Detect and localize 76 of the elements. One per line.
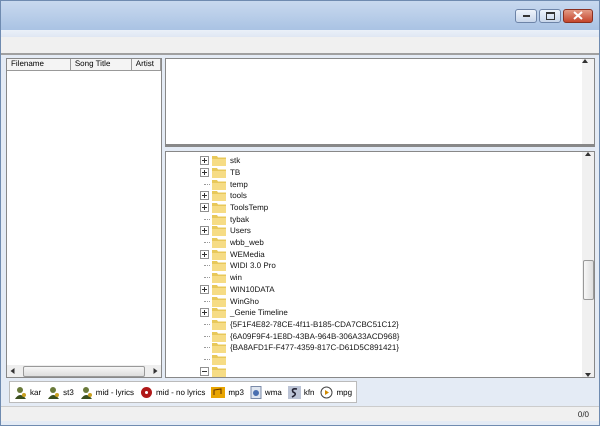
expand-icon[interactable] bbox=[200, 308, 209, 318]
folder-icon bbox=[212, 202, 226, 214]
folder-icon bbox=[212, 178, 226, 190]
format-tab[interactable]: mid - no lyrics bbox=[140, 386, 206, 398]
folder-name[interactable]: stk bbox=[230, 156, 240, 166]
column-header[interactable]: Song Title bbox=[70, 59, 132, 70]
count-label: 0/0 bbox=[578, 410, 589, 418]
media-file-icon bbox=[250, 386, 262, 398]
column-header[interactable]: Filename bbox=[7, 59, 71, 70]
format-tab[interactable]: kfn bbox=[288, 386, 314, 398]
folder-icon bbox=[212, 366, 226, 377]
folder-name[interactable]: WEMedia bbox=[230, 250, 265, 259]
close-button[interactable] bbox=[563, 8, 593, 22]
format-tab[interactable]: mp3 bbox=[211, 386, 244, 398]
music-icon bbox=[211, 386, 226, 398]
scroll-thumb[interactable] bbox=[582, 260, 594, 300]
folder-name[interactable]: WIDI 3.0 Pro bbox=[230, 261, 276, 270]
collapse-icon[interactable] bbox=[200, 366, 209, 376]
expand-icon[interactable] bbox=[200, 191, 209, 200]
folder-icon bbox=[212, 342, 226, 354]
folder-name[interactable]: WinGho bbox=[230, 296, 259, 306]
scroll-down-icon[interactable] bbox=[585, 373, 591, 377]
expand-icon[interactable] bbox=[200, 168, 209, 177]
expand-icon[interactable] bbox=[200, 226, 209, 236]
folder-name[interactable]: tools bbox=[230, 191, 247, 200]
scroll-up-icon[interactable] bbox=[582, 59, 588, 63]
folder-icon bbox=[212, 284, 226, 295]
vertical-scrollbar[interactable] bbox=[582, 152, 594, 377]
folder-icon bbox=[212, 248, 226, 260]
maximize-button[interactable] bbox=[539, 8, 561, 22]
folder-icon bbox=[212, 307, 226, 318]
folder-name[interactable]: {BA8AFD1F-F477-4359-817C-D61D5C891421} bbox=[230, 343, 399, 352]
expand-icon[interactable] bbox=[200, 156, 209, 166]
scroll-thumb[interactable] bbox=[23, 366, 145, 376]
folder-icon bbox=[212, 354, 226, 365]
play-icon bbox=[320, 386, 334, 398]
folder-name[interactable]: win bbox=[230, 273, 242, 282]
folder-icon bbox=[212, 260, 226, 272]
folder-icon bbox=[212, 190, 226, 202]
folder-name[interactable]: {6A09F9F4-1E8D-43BA-964B-306A33ACD968} bbox=[230, 332, 400, 341]
singer-icon bbox=[14, 386, 27, 398]
scroll-up-icon[interactable] bbox=[585, 152, 591, 156]
folder-icon bbox=[212, 318, 226, 330]
expand-icon[interactable] bbox=[200, 284, 209, 294]
folder-icon bbox=[212, 214, 226, 225]
folder-icon bbox=[212, 155, 226, 166]
s-letter-icon bbox=[288, 386, 301, 398]
folder-name[interactable]: ToolsTemp bbox=[230, 203, 268, 212]
format-tab[interactable]: st3 bbox=[47, 386, 74, 398]
folder-icon bbox=[212, 166, 226, 178]
folder-name[interactable]: _Genie Timeline bbox=[230, 308, 288, 318]
expand-icon[interactable] bbox=[200, 203, 209, 212]
close-icon bbox=[573, 11, 583, 20]
folder-name[interactable]: temp bbox=[230, 180, 248, 189]
format-tab[interactable]: mpg bbox=[320, 386, 352, 398]
singer-icon bbox=[47, 386, 60, 398]
folder-icon bbox=[212, 225, 226, 236]
minimize-button[interactable] bbox=[515, 8, 537, 22]
folder-icon bbox=[212, 237, 226, 248]
format-tab[interactable]: mid - lyrics bbox=[80, 386, 134, 398]
folder-name[interactable]: TB bbox=[230, 168, 240, 177]
folder-icon bbox=[212, 330, 226, 342]
column-header[interactable]: Artist bbox=[132, 59, 161, 70]
folder-name[interactable]: {5F1F4E82-78CE-4f11-B185-CDA7CBC51C12} bbox=[230, 320, 399, 329]
folder-name[interactable]: tybak bbox=[230, 214, 250, 224]
singer-icon bbox=[80, 386, 93, 398]
expand-icon[interactable] bbox=[200, 250, 209, 259]
horizontal-scrollbar[interactable] bbox=[7, 365, 161, 377]
folder-icon bbox=[212, 296, 226, 307]
folder-name[interactable]: Users bbox=[230, 226, 251, 236]
disc-icon bbox=[140, 386, 154, 398]
folder-icon bbox=[212, 272, 226, 284]
format-tab[interactable]: wma bbox=[250, 386, 282, 398]
format-tab[interactable]: kar bbox=[14, 386, 42, 398]
folder-name[interactable]: wbb_web bbox=[230, 238, 264, 248]
folder-name[interactable]: WIN10DATA bbox=[230, 284, 275, 294]
